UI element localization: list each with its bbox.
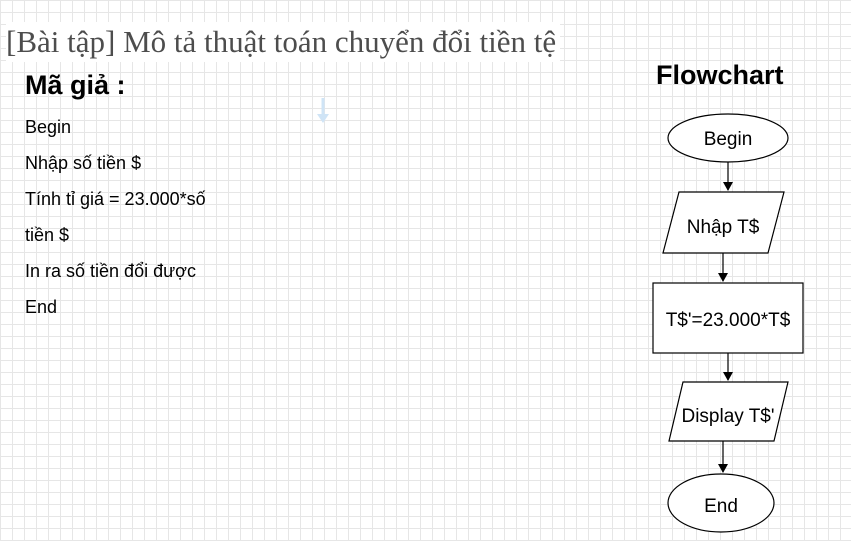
node-label-display: Display T$' (681, 406, 774, 427)
flowchart-node-display[interactable]: Display T$' (668, 381, 789, 442)
flowchart-node-process[interactable]: T$'=23.000*T$ (652, 282, 804, 354)
node-label-process: T$'=23.000*T$ (666, 310, 791, 331)
node-label-input: Nhập T$ (687, 217, 760, 238)
flowchart: Begin Nhập T$ T$'=23.000*T$ Display T$' … (652, 113, 804, 533)
node-label-end: End (704, 496, 738, 517)
node-label-begin: Begin (704, 129, 753, 150)
flowchart-node-begin[interactable]: Begin (667, 113, 789, 163)
flowchart-node-input[interactable]: Nhập T$ (662, 191, 785, 254)
flowchart-node-end[interactable]: End (667, 473, 775, 533)
